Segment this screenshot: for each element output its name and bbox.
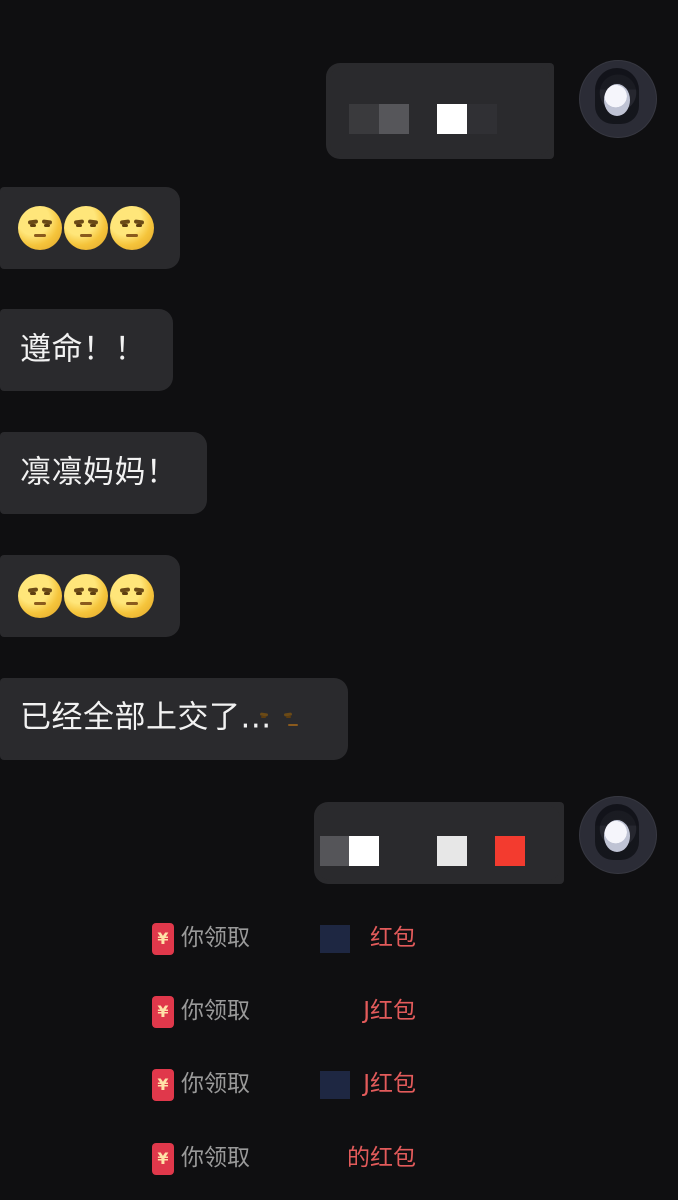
user-avatar[interactable] (579, 796, 657, 874)
incoming-emoji-message-1 (0, 187, 180, 269)
user-avatar[interactable] (579, 60, 657, 138)
notice-suffix: J红包 (363, 998, 416, 1024)
outgoing-message-pixel-3 (437, 104, 467, 134)
incoming-text-message-1: 遵命！！ (0, 309, 173, 391)
incoming-text-message-3: 已经全部上交了... (0, 678, 348, 760)
incoming-text-message-2: 凛凛妈妈！ (0, 432, 207, 514)
notice-suffix: 红包 (370, 925, 416, 951)
red-packet-notice-3[interactable]: ¥ 你领取了 J红包 (152, 1066, 422, 1102)
incoming-emoji-message-2 (0, 555, 180, 637)
notice-redaction (252, 1066, 377, 1102)
outgoing-message-pixel-2 (379, 104, 409, 134)
notice-redaction-mark (320, 925, 350, 953)
notice-redaction-mark (320, 1071, 350, 1099)
message-text: 遵命！！ (20, 331, 146, 368)
outgoing-message-pixel-6 (349, 836, 379, 866)
red-packet-icon: ¥ (152, 1069, 174, 1101)
speechless-face-emoji (18, 206, 62, 250)
notice-suffix: 的红包 (347, 1145, 416, 1171)
message-text: 已经全部上交了... (20, 702, 310, 736)
red-packet-notice-4[interactable]: ¥ 你领取了 的红包 (152, 1140, 422, 1176)
red-packet-icon: ¥ (152, 996, 174, 1028)
outgoing-message-pixel-5 (320, 836, 350, 866)
speechless-face-emoji (64, 206, 108, 250)
notice-prefix: 你领取 (181, 925, 250, 951)
notice-redaction (252, 993, 377, 1029)
emoji-group (18, 206, 154, 250)
speechless-face-emoji (260, 702, 310, 736)
red-packet-notice-2[interactable]: ¥ 你领取了 J红包 (152, 993, 422, 1029)
emoji-group (18, 574, 154, 618)
speechless-face-emoji (18, 574, 62, 618)
speechless-face-emoji (110, 206, 154, 250)
outgoing-message-pixel-8 (495, 836, 525, 866)
red-packet-icon: ¥ (152, 1143, 174, 1175)
red-packet-icon: ¥ (152, 923, 174, 955)
red-packet-notice-1[interactable]: ¥ 你领取 红包 (152, 920, 422, 956)
outgoing-message-pixel-4 (467, 104, 497, 134)
notice-redaction (252, 920, 377, 956)
outgoing-message-pixel-1 (349, 104, 379, 134)
speechless-face-emoji (110, 574, 154, 618)
outgoing-message-pixel-7 (437, 836, 467, 866)
speechless-face-emoji (64, 574, 108, 618)
message-text-content: 已经全部上交了... (20, 699, 272, 736)
message-text: 凛凛妈妈！ (20, 454, 178, 491)
notice-suffix: J红包 (363, 1071, 416, 1097)
